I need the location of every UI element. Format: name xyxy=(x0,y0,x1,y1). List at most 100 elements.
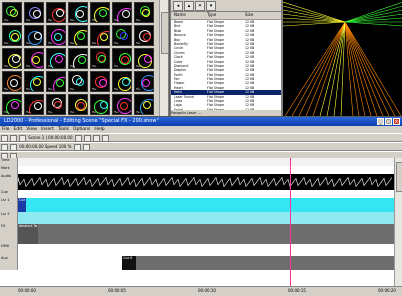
record-icon[interactable] xyxy=(92,134,100,142)
shape-art xyxy=(55,55,63,63)
shape-thumbnail[interactable]: Tw.. xyxy=(134,71,154,92)
shape-thumbnail[interactable]: Tw.. xyxy=(24,25,44,46)
timeline-vertical-scrollbar[interactable] xyxy=(394,158,402,286)
window-title: LD2000 - Professional - Editing Scene "S… xyxy=(4,118,159,124)
new-icon[interactable] xyxy=(1,134,8,142)
track-label[interactable]: Lsr 2 xyxy=(0,212,18,224)
shape-thumbnail[interactable]: Tw.. xyxy=(112,2,132,23)
shape-thumbnail[interactable]: Tw.. xyxy=(24,48,44,69)
track-gray[interactable]: Abstract Tw xyxy=(18,224,394,244)
view-menu-icon[interactable]: ▾ xyxy=(206,1,216,11)
shape-thumbnail[interactable]: Tw.. xyxy=(46,48,66,69)
shape-thumbnail[interactable]: Tw.. xyxy=(46,25,66,46)
shape-thumbnail[interactable]: Tw.. xyxy=(112,25,132,46)
timeline[interactable]: TimeMarkAudioCueLsr 1Cue 1Lsr 2FXAbstrac… xyxy=(0,158,402,286)
thumbnail-caption: Tw.. xyxy=(4,110,10,114)
menu-item-insert[interactable]: Insert xyxy=(41,127,54,132)
col-type-header[interactable]: Type xyxy=(207,12,216,17)
open-icon[interactable] xyxy=(10,134,17,142)
track-label[interactable]: Lsr 1 xyxy=(0,198,18,212)
shape-thumbnail[interactable]: Tw.. xyxy=(2,71,22,92)
menu-item-options[interactable]: Options xyxy=(73,127,90,132)
menu-item-file[interactable]: File xyxy=(2,127,10,132)
shape-thumbnail[interactable]: Tw.. xyxy=(24,94,44,115)
shape-thumbnail[interactable]: Tw.. xyxy=(90,71,110,92)
playhead-cursor[interactable] xyxy=(290,158,291,286)
shape-thumbnail[interactable]: Tw.. xyxy=(68,71,88,92)
track-wave[interactable] xyxy=(17,174,394,190)
menu-item-tools[interactable]: Tools xyxy=(58,127,69,132)
track-label[interactable]: Time xyxy=(0,158,18,166)
vscroll-thumb[interactable] xyxy=(396,162,402,192)
gallery-scrollbar[interactable] xyxy=(159,0,169,116)
track-cyan2[interactable] xyxy=(18,212,394,224)
cut-icon[interactable] xyxy=(82,143,90,151)
save-icon[interactable] xyxy=(19,134,26,142)
shape-art xyxy=(142,79,150,87)
shape-thumbnail[interactable]: Tw.. xyxy=(68,2,88,23)
thumbnail-caption: Tw.. xyxy=(92,64,98,68)
delete-icon[interactable]: ✕ xyxy=(195,1,205,11)
back-icon[interactable]: ◂ xyxy=(173,1,183,11)
shape-thumbnail[interactable]: Tw.. xyxy=(134,2,154,23)
track-label[interactable]: Audio xyxy=(0,174,18,190)
fx-block[interactable]: Abstract Tw xyxy=(18,224,38,244)
shape-thumbnail[interactable]: Tw.. xyxy=(2,94,22,115)
shape-thumbnail[interactable]: Tw.. xyxy=(90,94,110,115)
thumbnail-caption: Tw.. xyxy=(136,87,142,91)
minimize-button[interactable]: _ xyxy=(377,118,384,125)
track-label[interactable]: FX xyxy=(0,224,18,244)
track-cyan[interactable]: Cue 1 xyxy=(18,198,394,212)
track-label[interactable]: DMX xyxy=(0,244,18,256)
cue-block[interactable]: Cue 1 xyxy=(18,198,26,212)
shape-thumbnail[interactable]: Tw.. xyxy=(112,71,132,92)
track-label[interactable]: Mark xyxy=(0,166,18,174)
laser-beam xyxy=(344,21,396,117)
thumbnail-caption: Tw.. xyxy=(48,87,54,91)
shape-thumbnail[interactable]: Tw.. xyxy=(68,25,88,46)
menu-item-help[interactable]: Help xyxy=(94,127,104,132)
marker-icon[interactable] xyxy=(73,143,81,151)
shape-thumbnail[interactable]: Tw.. xyxy=(2,25,22,46)
shape-thumbnail[interactable]: Tw.. xyxy=(90,2,110,23)
menu-item-edit[interactable]: Edit xyxy=(14,127,23,132)
track-label[interactable]: Aux xyxy=(0,256,18,270)
shape-thumbnail[interactable]: Tw.. xyxy=(68,48,88,69)
shape-thumbnail[interactable]: Tw.. xyxy=(112,48,132,69)
aux-region[interactable] xyxy=(136,256,394,270)
shape-thumbnail[interactable]: Tw.. xyxy=(46,71,66,92)
shape-thumbnail[interactable]: Tw.. xyxy=(90,48,110,69)
track-label[interactable]: Cue xyxy=(0,190,18,198)
shape-thumbnail[interactable]: Tw.. xyxy=(46,2,66,23)
zoom-out-icon[interactable] xyxy=(10,143,17,151)
stop-icon[interactable] xyxy=(83,134,91,142)
col-size-header[interactable]: Size xyxy=(245,12,253,17)
menu-item-view[interactable]: View xyxy=(26,127,37,132)
shape-thumbnail[interactable]: Tw.. xyxy=(134,94,154,115)
shape-thumbnail[interactable]: Tw.. xyxy=(24,2,44,23)
shape-thumbnail[interactable]: Tw.. xyxy=(90,25,110,46)
shape-thumbnail[interactable]: Tw.. xyxy=(68,94,88,115)
aux-block[interactable]: Cue 8 xyxy=(122,256,136,270)
shape-thumbnail[interactable]: Tw.. xyxy=(46,94,66,115)
laser-beam xyxy=(282,21,346,27)
zoom-in-icon[interactable] xyxy=(1,143,8,151)
shape-thumbnail[interactable]: Tw.. xyxy=(2,48,22,69)
track-gray2[interactable]: Cue 8 xyxy=(18,256,394,270)
shape-thumbnail[interactable]: Tw.. xyxy=(24,71,44,92)
col-name-header[interactable]: Name xyxy=(174,12,186,17)
shape-art xyxy=(142,9,150,17)
shape-thumbnail[interactable]: Tw.. xyxy=(134,48,154,69)
thumbnail-grid: Tw.. Tw.. Tw.. Tw.. Tw.. Tw.. Tw.. Tw.. Tw.. Tw..… xyxy=(2,2,154,115)
file-list-toolbar: ◂ ▴ ✕ ▾ xyxy=(171,0,281,12)
shape-art xyxy=(33,78,41,86)
close-button[interactable]: × xyxy=(393,118,400,125)
shape-thumbnail[interactable]: Tw.. xyxy=(134,25,154,46)
loop-icon[interactable] xyxy=(101,134,109,142)
maximize-button[interactable]: □ xyxy=(385,118,392,125)
shape-thumbnail[interactable]: Tw.. xyxy=(112,94,132,115)
gallery-scroll-thumb[interactable] xyxy=(161,12,169,54)
play-icon[interactable] xyxy=(74,134,82,142)
shape-thumbnail[interactable]: Tw.. xyxy=(2,2,22,23)
up-folder-icon[interactable]: ▴ xyxy=(184,1,194,11)
